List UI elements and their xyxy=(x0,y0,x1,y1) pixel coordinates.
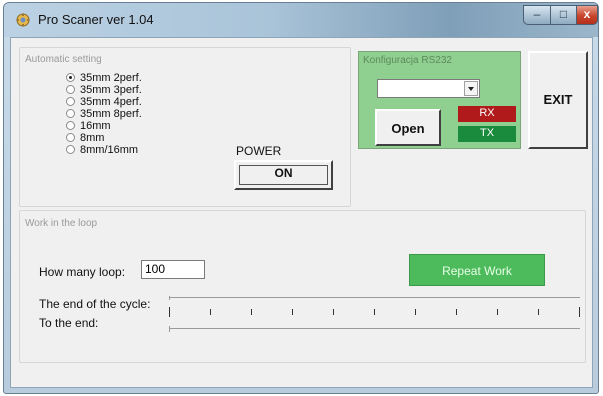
how-many-loop-label: How many loop: xyxy=(39,265,126,279)
end-progress-track xyxy=(169,326,580,332)
automatic-setting-group: Automatic setting 35mm 2perf. 35mm 3perf.… xyxy=(19,47,351,207)
progress-tick xyxy=(333,309,334,315)
progress-tick xyxy=(497,309,498,315)
loop-count-input[interactable]: 100 xyxy=(141,260,205,279)
radio-button[interactable] xyxy=(66,133,75,142)
progress-tick xyxy=(292,309,293,315)
work-loop-label: Work in the loop xyxy=(25,218,98,229)
power-on-button[interactable]: ON xyxy=(234,160,333,190)
progress-tick xyxy=(169,307,170,317)
loop-count-value: 100 xyxy=(145,262,166,276)
maximize-icon: □ xyxy=(559,7,568,21)
progress-tick xyxy=(251,309,252,315)
end-of-cycle-label: The end of the cycle: xyxy=(39,297,151,311)
automatic-setting-label: Automatic setting xyxy=(25,54,102,65)
radio-button[interactable] xyxy=(66,121,75,130)
radio-button[interactable] xyxy=(66,85,75,94)
minimize-button[interactable]: – xyxy=(523,5,551,25)
minimize-icon: – xyxy=(533,7,541,21)
progress-tick xyxy=(538,309,539,315)
power-label: POWER xyxy=(236,144,282,158)
tx-label: TX xyxy=(479,127,495,139)
cycle-track-start xyxy=(169,296,170,300)
port-select[interactable] xyxy=(377,79,480,98)
close-icon: x xyxy=(583,7,591,21)
radio-button[interactable] xyxy=(66,109,75,118)
tx-indicator: TX xyxy=(458,126,516,142)
rx-indicator: RX xyxy=(458,106,516,122)
radio-button[interactable] xyxy=(66,145,75,154)
progress-tick xyxy=(456,309,457,315)
rs232-panel: Konfiguracja RS232 Open RX TX xyxy=(358,51,521,149)
repeat-work-button[interactable]: Repeat Work xyxy=(409,254,545,286)
rs232-label: Konfiguracja RS232 xyxy=(363,55,452,66)
repeat-work-label: Repeat Work xyxy=(442,264,512,278)
chevron-down-icon xyxy=(468,87,474,91)
progress-tick xyxy=(374,309,375,315)
end-track-start xyxy=(169,326,170,332)
radio-button[interactable] xyxy=(66,97,75,106)
window-title: Pro Scaner ver 1.04 xyxy=(38,12,154,27)
rx-label: RX xyxy=(479,107,495,119)
progress-tick xyxy=(579,307,580,317)
work-loop-group: Work in the loop How many loop: 100 Repe… xyxy=(19,210,586,363)
progress-tick xyxy=(415,309,416,315)
to-the-end-label: To the end: xyxy=(39,316,99,330)
close-button[interactable]: x xyxy=(576,5,598,25)
open-button-label: Open xyxy=(391,121,425,136)
radio-button[interactable] xyxy=(66,73,75,82)
title-bar[interactable]: Pro Scaner ver 1.04 – □ x xyxy=(4,3,598,37)
progress-tick xyxy=(210,309,211,315)
power-on-label: ON xyxy=(274,166,293,180)
exit-button[interactable]: EXIT xyxy=(528,51,588,149)
cycle-progress-track xyxy=(169,296,580,300)
client-area: Automatic setting 35mm 2perf. 35mm 3perf.… xyxy=(10,37,593,388)
maximize-button[interactable]: □ xyxy=(550,5,577,25)
main-window: Pro Scaner ver 1.04 – □ x Automatic sett… xyxy=(3,2,599,394)
radio-option-label: 8mm/16mm xyxy=(80,144,139,156)
app-icon xyxy=(16,13,30,27)
exit-button-label: EXIT xyxy=(543,92,573,107)
open-button[interactable]: Open xyxy=(375,109,441,146)
port-dropdown-button[interactable] xyxy=(464,81,478,96)
